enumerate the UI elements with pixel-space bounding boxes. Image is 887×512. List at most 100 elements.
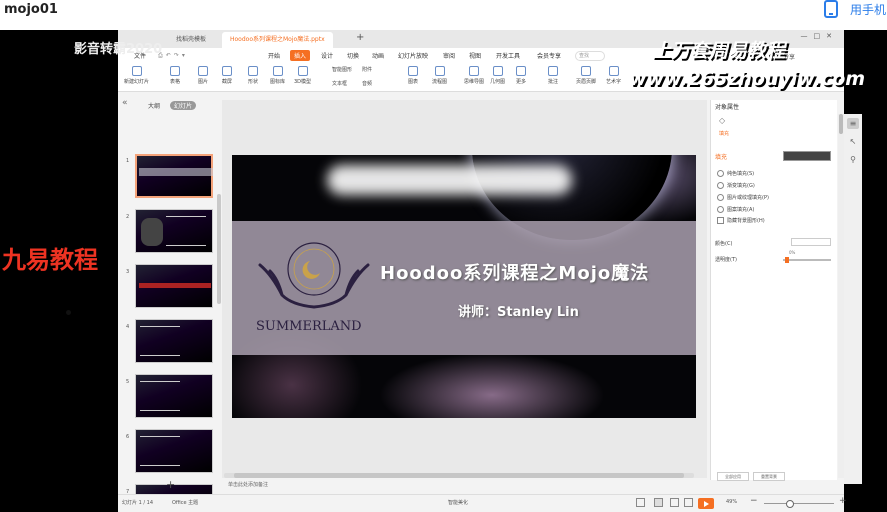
menu-home[interactable]: 开始 [268, 51, 280, 60]
text-box-button[interactable]: 文本框 [332, 80, 347, 87]
comment-label: 批注 [548, 79, 559, 85]
slide-number: 1 [126, 158, 130, 164]
picture-button[interactable]: 图片 [198, 66, 208, 85]
transparency-slider[interactable] [783, 257, 831, 263]
thumbnail-scrollbar[interactable] [217, 194, 221, 304]
thumb-text-lines [140, 381, 180, 411]
pin-icon[interactable]: ⚲ [847, 154, 859, 165]
cursor-dot [66, 310, 71, 315]
pointer-icon[interactable]: ↖ [847, 136, 859, 147]
chart-icon [408, 66, 418, 76]
comment-button[interactable]: 批注 [548, 66, 558, 85]
hide-background-checkbox[interactable]: 隐藏背景图形(H) [717, 217, 765, 224]
transparency-value: 0% [789, 250, 796, 255]
audio-button[interactable]: 音频 [362, 80, 372, 87]
smart-art-button[interactable]: 智能图形 [332, 66, 352, 73]
slide-thumbnail[interactable] [135, 319, 213, 363]
thumb-text-lines [166, 216, 206, 246]
search-input[interactable]: 查找 [575, 51, 605, 61]
scrollbar-thumb[interactable] [234, 473, 684, 478]
menu-view[interactable]: 视图 [469, 51, 481, 60]
fill-tab[interactable]: 填充 [719, 130, 729, 137]
picture-label: 图片 [198, 79, 209, 85]
canvas-horizontal-scrollbar[interactable] [224, 473, 694, 478]
gradient-fill-radio[interactable]: 渐变填充(G) [717, 182, 755, 189]
menu-review[interactable]: 审阅 [443, 51, 455, 60]
menu-insert[interactable]: 插入 [290, 50, 311, 61]
menu-member[interactable]: 会员专享 [537, 51, 561, 60]
flowchart-button[interactable]: 流程图 [432, 66, 447, 85]
outline-tab[interactable]: 大纲 [148, 101, 160, 110]
presentation-app: 找稻壳模板 Hoodoo系列课程之Mojo魔法.pptx + —□✕ 文件 ⎙↶… [118, 30, 862, 512]
smart-beautify-button[interactable]: 智能美化 [448, 499, 468, 506]
pattern-fill-radio[interactable]: 图案填充(A) [717, 206, 754, 213]
slide-thumbnail[interactable] [135, 374, 213, 418]
notes-view-icon[interactable] [636, 498, 645, 507]
menu-developer[interactable]: 开发工具 [496, 51, 520, 60]
3d-model-button[interactable]: 3D模型 [294, 66, 311, 85]
reset-background-button[interactable]: 重置背景 [753, 472, 785, 481]
slide-number: 4 [126, 324, 130, 330]
menu-design[interactable]: 设计 [321, 51, 333, 60]
chart-button[interactable]: 图表 [408, 66, 418, 85]
table-button[interactable]: 表格 [170, 66, 180, 85]
zoom-out-icon[interactable]: − [750, 496, 758, 506]
3d-model-label: 3D模型 [294, 79, 312, 85]
apply-all-button[interactable]: 全部应用 [717, 472, 749, 481]
tab-templates[interactable]: 找稻壳模板 [168, 32, 214, 48]
slide-subtitle[interactable]: 讲师：Stanley Lin [458, 301, 579, 320]
normal-view-icon[interactable] [654, 498, 663, 507]
color-dropdown[interactable] [791, 238, 831, 246]
right-sidebar: ≡ ↖ ⚲ [844, 114, 862, 484]
fill-color-swatch[interactable] [783, 151, 831, 161]
more-button[interactable]: 更多 [516, 66, 526, 85]
menu-slideshow[interactable]: 幻灯片放映 [398, 51, 428, 60]
geometry-label: 几何图 [490, 79, 506, 85]
properties-icon[interactable]: ≡ [847, 118, 859, 129]
new-tab-icon[interactable]: + [356, 32, 364, 43]
phone-link[interactable]: 用手机 [850, 1, 886, 18]
wordart-button[interactable]: 艺术字 [606, 66, 621, 85]
solid-fill-radio[interactable]: 纯色填充(S) [717, 170, 754, 177]
window-controls-icon[interactable]: —□✕ [801, 32, 838, 40]
picture-icon [198, 66, 208, 76]
zoom-in-icon[interactable]: + [839, 496, 847, 506]
play-slideshow-button[interactable] [698, 498, 714, 509]
new-slide-button[interactable]: 新建幻灯片 [124, 66, 149, 85]
slide-title[interactable]: Hoodoo系列课程之Mojo魔法 [380, 259, 649, 285]
slide-thumbnail[interactable] [135, 429, 213, 473]
icon-library-button[interactable]: 图标库 [270, 66, 285, 85]
menu-animation[interactable]: 动画 [372, 51, 384, 60]
slide-thumbnail[interactable] [135, 154, 213, 198]
slide-thumbnail-pane: « 大纲 幻灯片 1 2 3 4 5 6 7 [118, 98, 221, 506]
geometry-button[interactable]: 几何图 [490, 66, 505, 85]
phone-icon[interactable] [824, 0, 838, 18]
attachment-button[interactable]: 附件 [362, 66, 372, 73]
menu-transition[interactable]: 切换 [347, 51, 359, 60]
add-slide-button[interactable]: + [166, 478, 175, 491]
slide-count: 幻灯片 1 / 14 [122, 500, 153, 506]
tab-document[interactable]: Hoodoo系列课程之Mojo魔法.pptx [222, 32, 333, 48]
shape-button[interactable]: 形状 [248, 66, 258, 85]
thumb-photo [141, 218, 163, 246]
header-footer-button[interactable]: 页眉页脚 [576, 66, 596, 85]
mindmap-button[interactable]: 思维导图 [464, 66, 484, 85]
slide-canvas: SUMMERLAND Hoodoo系列课程之Mojo魔法 讲师：Stanley … [222, 100, 707, 478]
reading-view-icon[interactable] [684, 498, 693, 507]
slides-tab[interactable]: 幻灯片 [170, 101, 197, 110]
slide-thumbnail[interactable] [135, 209, 213, 253]
current-slide[interactable]: SUMMERLAND Hoodoo系列课程之Mojo魔法 讲师：Stanley … [232, 155, 696, 418]
zoom-slider[interactable] [764, 500, 834, 508]
screenshot-button[interactable]: 截屏 [222, 66, 232, 85]
page-title: mojo01 [4, 2, 58, 17]
picture-fill-radio[interactable]: 图片或纹理填充(P) [717, 194, 769, 201]
quick-access-icons[interactable]: ⎙↶↷▾ [158, 52, 188, 60]
sorter-view-icon[interactable] [670, 498, 679, 507]
icon-library-icon [272, 66, 283, 76]
fill-bucket-icon[interactable]: ◇ [719, 116, 725, 125]
right-watermark-title: 上万套周易教程 [652, 40, 786, 62]
notes-bar[interactable]: 单击此处添加备注 [222, 481, 707, 491]
collapse-pane-icon[interactable]: « [122, 98, 128, 108]
scrollbar-thumb[interactable] [839, 114, 843, 134]
slide-thumbnail[interactable] [135, 264, 213, 308]
